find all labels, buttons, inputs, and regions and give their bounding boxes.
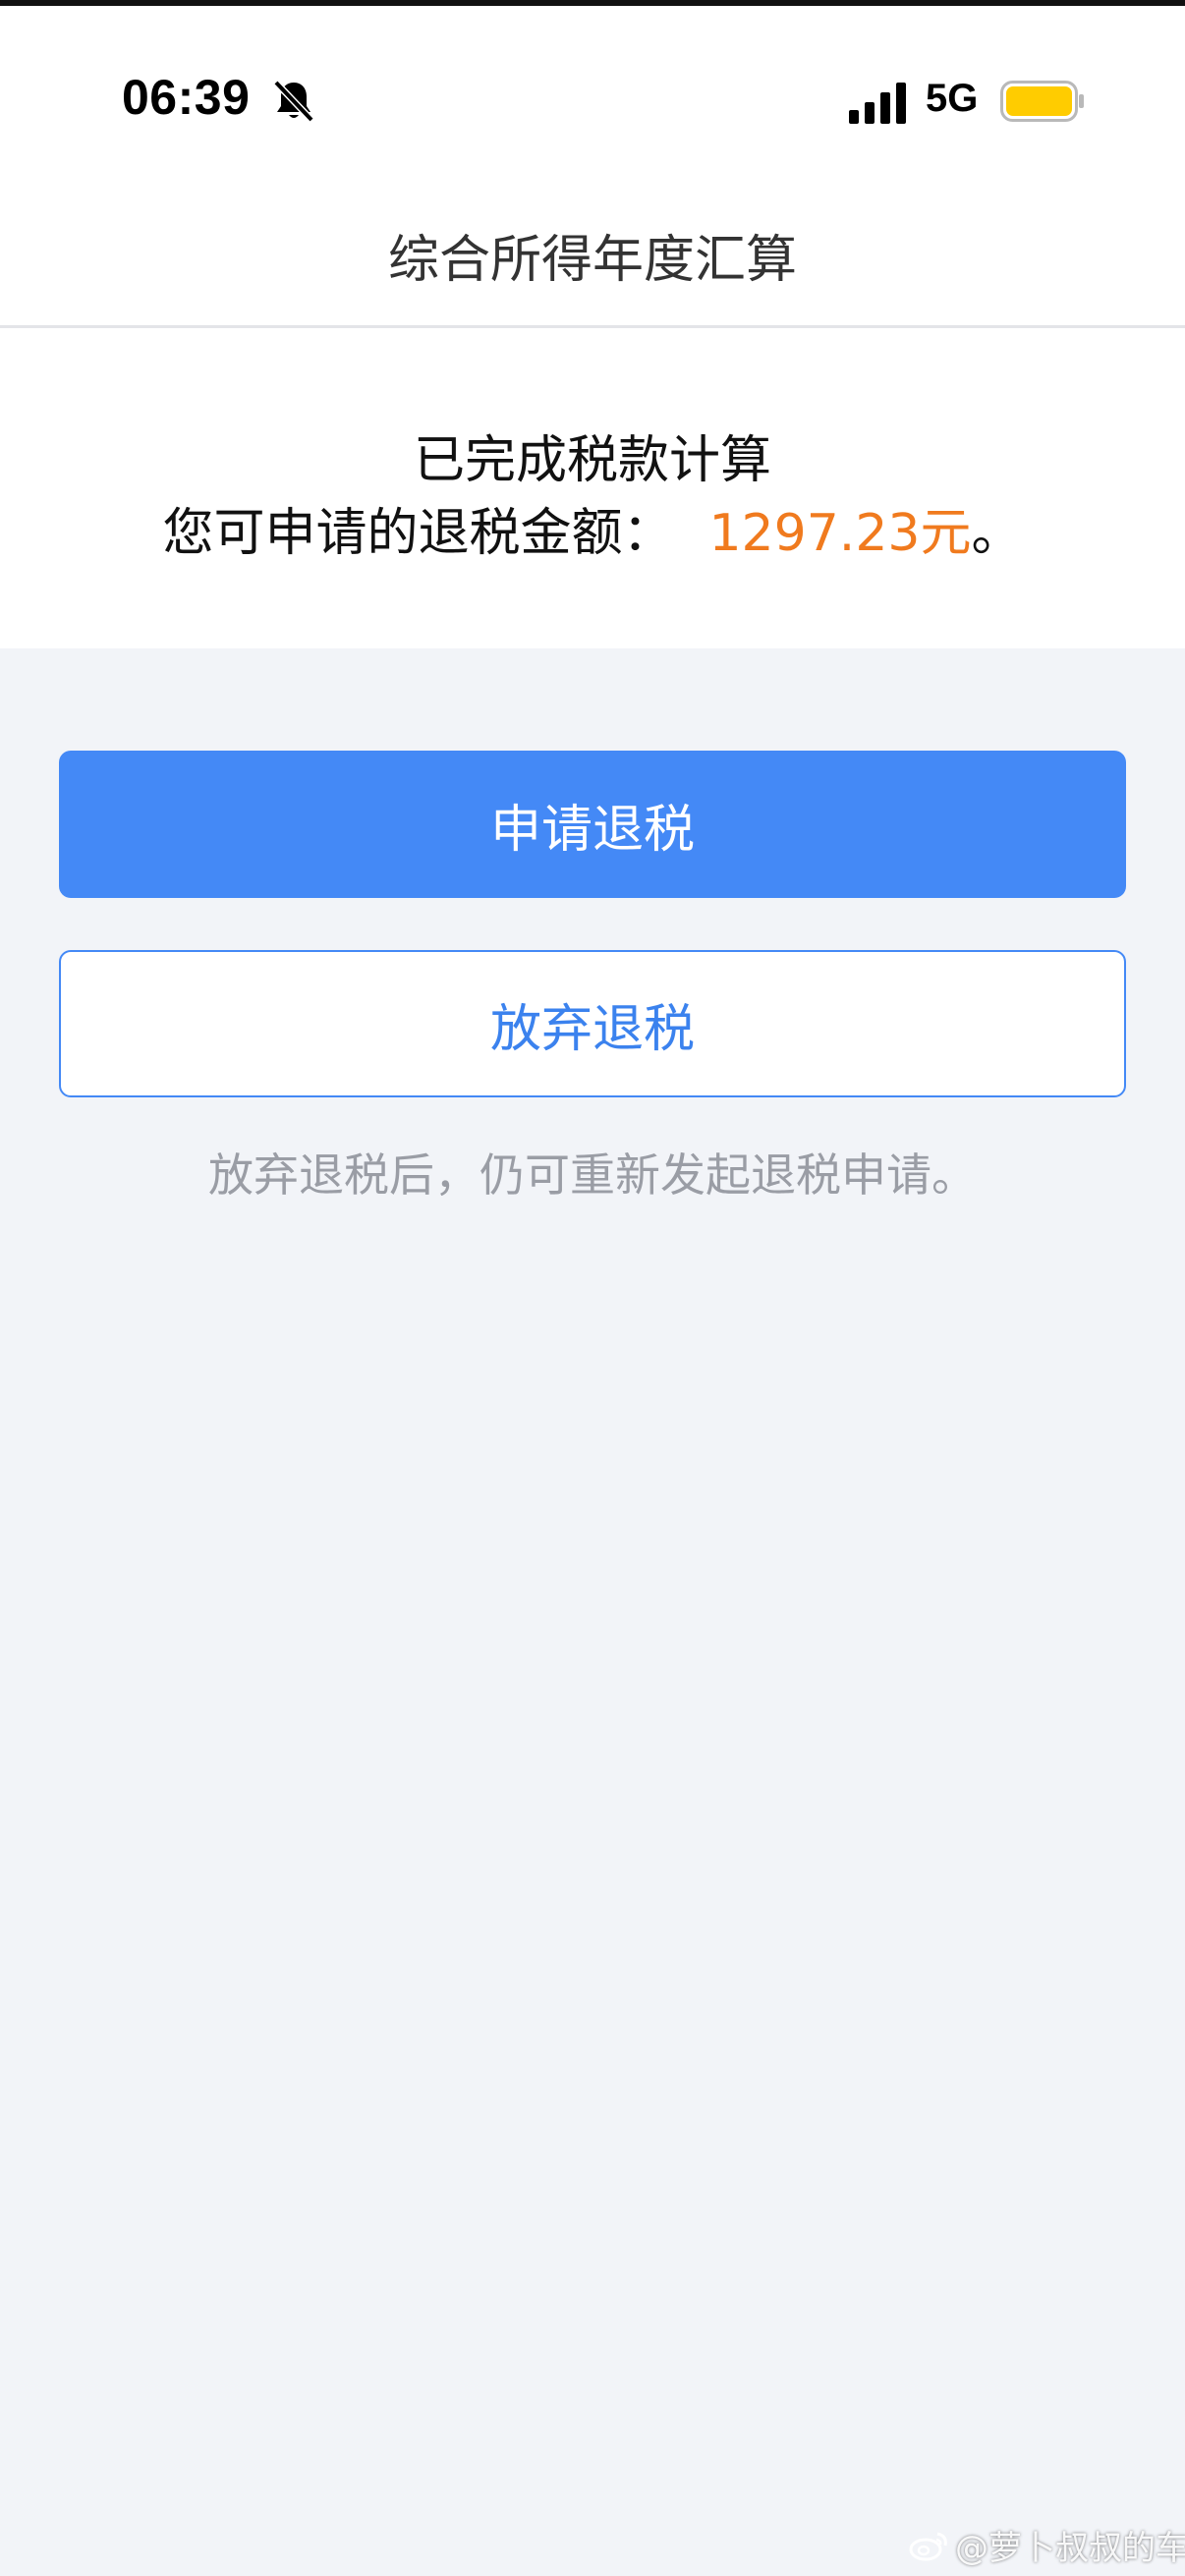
status-bar: 06:39 5G — [0, 6, 1185, 179]
battery-icon — [1000, 81, 1084, 122]
status-time: 06:39 — [122, 70, 251, 125]
result-title: 已完成税款计算 — [413, 431, 771, 490]
refund-amount: 1297.23元 — [708, 504, 972, 563]
refund-line: 您可申请的退税金额： 1297.23元。 — [0, 491, 1185, 565]
abandon-hint: 放弃退税后，仍可重新发起退税申请。 — [208, 1148, 977, 1202]
weibo-icon — [909, 2532, 947, 2560]
refund-label: 您可申请的退税金额： — [162, 504, 674, 563]
page-title: 综合所得年度汇算 — [387, 231, 797, 290]
result-card: 已完成税款计算 您可申请的退税金额： 1297.23元。 — [0, 328, 1185, 648]
watermark: @萝卜叔叔的车 — [908, 2521, 1185, 2569]
watermark-text: @萝卜叔叔的车 — [955, 2529, 1185, 2568]
apply-refund-button[interactable]: 申请退税 — [59, 751, 1126, 898]
network-type: 5G — [926, 77, 979, 120]
bell-muted-icon — [273, 80, 314, 123]
abandon-refund-button[interactable]: 放弃退税 — [59, 950, 1126, 1097]
refund-suffix: 。 — [971, 504, 1023, 563]
nav-bar: 综合所得年度汇算 — [0, 179, 1185, 328]
signal-icon — [849, 83, 906, 124]
